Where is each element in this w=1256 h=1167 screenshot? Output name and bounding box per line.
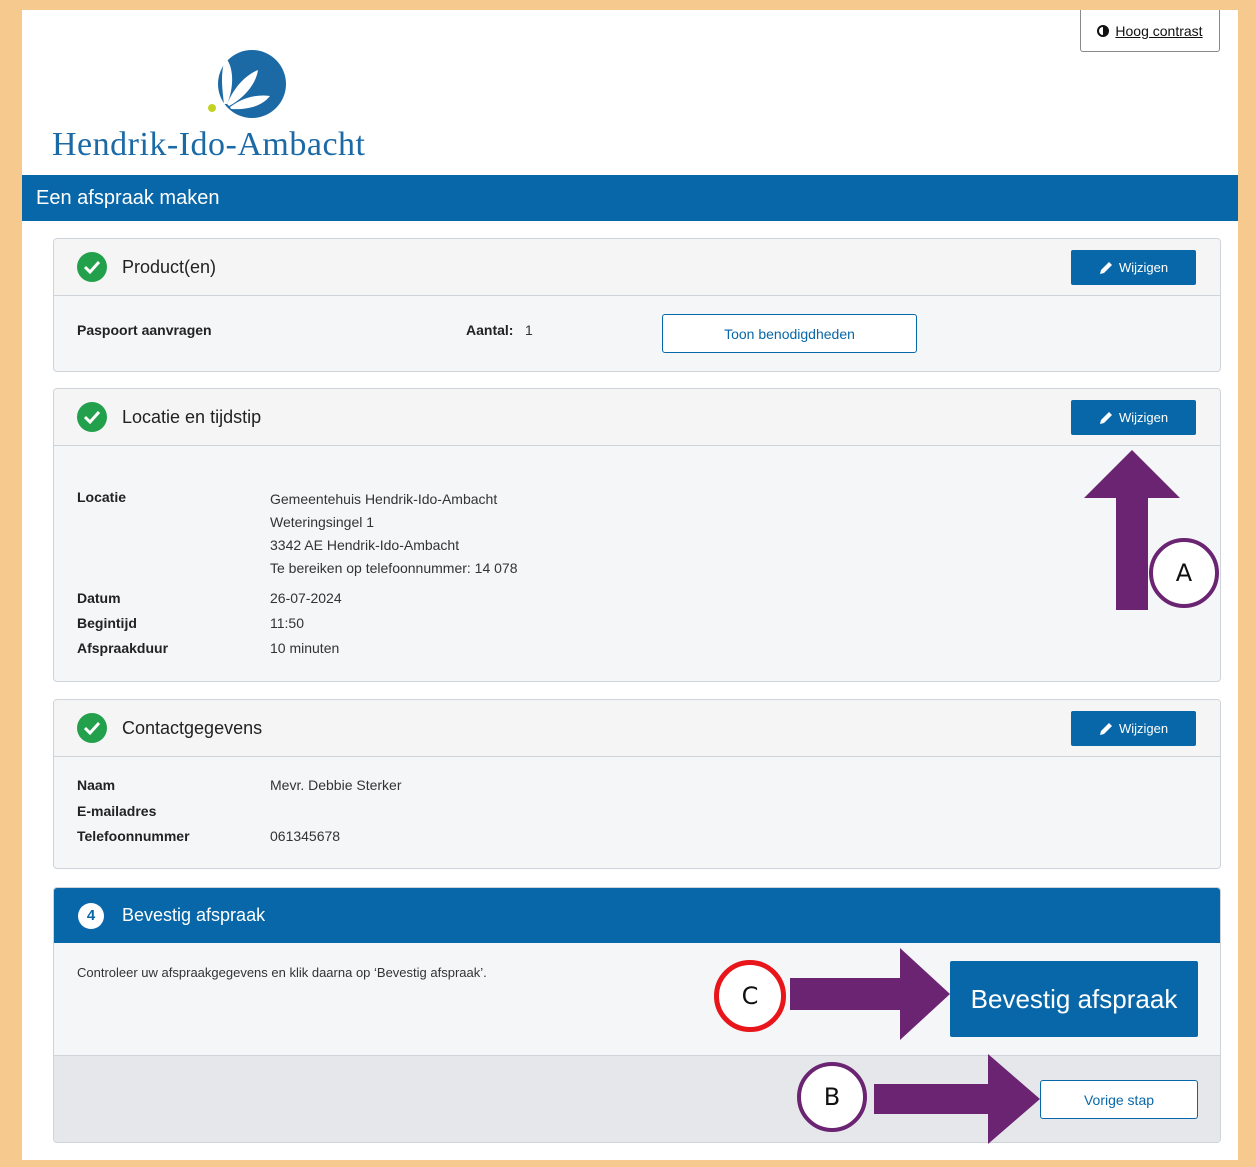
location-line: Te bereiken op telefoonnummer: 14 078 bbox=[270, 560, 518, 576]
location-line: Gemeentehuis Hendrik-Ido-Ambacht bbox=[270, 491, 498, 507]
name-value: Mevr. Debbie Sterker bbox=[270, 777, 402, 793]
phone-label: Telefoonnummer bbox=[77, 828, 190, 844]
phone-value: 061345678 bbox=[270, 828, 341, 844]
start-time-label: Begintijd bbox=[77, 615, 137, 631]
edit-products-label: Wijzigen bbox=[1118, 260, 1169, 275]
checkmark-icon bbox=[77, 402, 107, 432]
location-title: Locatie en tijdstip bbox=[122, 407, 262, 427]
date-value: 26-07-2024 bbox=[270, 590, 342, 606]
confirm-appointment-button[interactable]: Bevestig afspraak bbox=[950, 961, 1198, 1037]
page: Hoog contrast Hendrik-Ido-Ambacht Een af… bbox=[22, 10, 1238, 1160]
products-panel: Product(en) Wijzigen Paspoort aanvragen … bbox=[53, 238, 1221, 372]
contrast-icon bbox=[1097, 24, 1110, 37]
location-label: Locatie bbox=[77, 489, 127, 505]
location-panel: Locatie en tijdstip Wijzigen Locatie Gem… bbox=[53, 388, 1221, 682]
confirm-instruction: Controleer uw afspraakgegevens en klik d… bbox=[77, 965, 487, 980]
annotation-badge-c: C bbox=[714, 960, 786, 1032]
contact-panel: Contactgegevens Wijzigen Naam Mevr. Debb… bbox=[53, 699, 1221, 869]
municipality-logo[interactable]: Hendrik-Ido-Ambacht bbox=[52, 40, 392, 170]
edit-location-button[interactable]: Wijzigen bbox=[1071, 400, 1196, 435]
previous-step-button[interactable]: Vorige stap bbox=[1040, 1080, 1198, 1119]
confirm-panel: 4 Bevestig afspraak Controleer uw afspra… bbox=[53, 887, 1221, 1143]
start-time-value: 11:50 bbox=[270, 615, 304, 631]
checkmark-icon bbox=[77, 252, 107, 282]
location-line: Weteringsingel 1 bbox=[270, 514, 375, 530]
duration-value: 10 minuten bbox=[270, 640, 340, 656]
location-panel-header: Locatie en tijdstip Wijzigen bbox=[54, 389, 1220, 446]
contact-title: Contactgegevens bbox=[122, 718, 263, 738]
annotation-arrow-c bbox=[790, 948, 950, 1040]
pencil-icon bbox=[1099, 411, 1112, 424]
edit-contact-label: Wijzigen bbox=[1118, 721, 1169, 736]
pencil-icon bbox=[1099, 261, 1112, 274]
confirm-footer: Vorige stap bbox=[54, 1055, 1220, 1142]
confirm-panel-header: 4 Bevestig afspraak bbox=[54, 888, 1220, 943]
edit-products-button[interactable]: Wijzigen bbox=[1071, 250, 1196, 285]
contact-panel-header: Contactgegevens Wijzigen bbox=[54, 700, 1220, 757]
email-label: E-mailadres bbox=[77, 803, 157, 819]
duration-label: Afspraakduur bbox=[77, 640, 169, 656]
checkmark-icon bbox=[77, 713, 107, 743]
annotation-arrow-b bbox=[874, 1054, 1040, 1144]
high-contrast-toggle[interactable]: Hoog contrast bbox=[1080, 10, 1220, 52]
amount-value: 1 bbox=[525, 322, 533, 338]
show-requirements-button[interactable]: Toon benodigdheden bbox=[662, 314, 917, 353]
name-label: Naam bbox=[77, 777, 116, 793]
step-number: 4 bbox=[78, 903, 104, 929]
flower-logo-icon bbox=[204, 50, 286, 118]
annotation-badge-b: B bbox=[797, 1062, 867, 1132]
page-title: Een afspraak maken bbox=[22, 175, 1238, 221]
location-line: 3342 AE Hendrik-Ido-Ambacht bbox=[270, 537, 460, 553]
products-title: Product(en) bbox=[122, 257, 217, 277]
edit-contact-button[interactable]: Wijzigen bbox=[1071, 711, 1196, 746]
date-label: Datum bbox=[77, 590, 121, 606]
product-name: Paspoort aanvragen bbox=[77, 322, 212, 338]
amount-label: Aantal: bbox=[466, 322, 514, 338]
annotation-badge-a: A bbox=[1149, 538, 1219, 608]
pencil-icon bbox=[1099, 722, 1112, 735]
edit-location-label: Wijzigen bbox=[1118, 410, 1169, 425]
products-panel-header: Product(en) Wijzigen bbox=[54, 239, 1220, 296]
high-contrast-label: Hoog contrast bbox=[1115, 22, 1203, 39]
logo-text: Hendrik-Ido-Ambacht bbox=[52, 126, 366, 163]
confirm-title: Bevestig afspraak bbox=[122, 905, 266, 925]
